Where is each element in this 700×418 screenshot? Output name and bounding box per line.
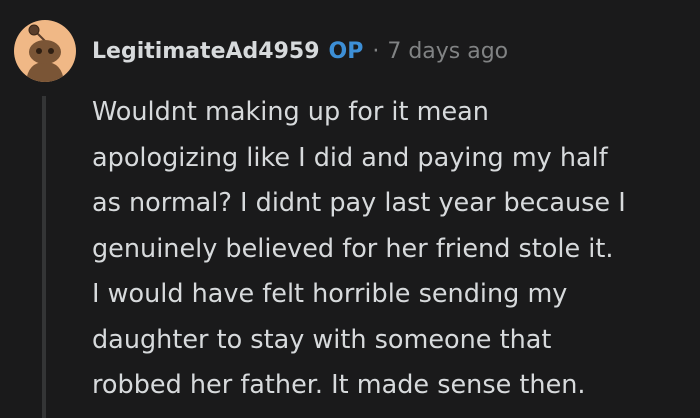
- reddit-snoo-avatar-icon: [26, 24, 64, 82]
- op-badge: OP: [328, 38, 364, 64]
- timestamp[interactable]: 7 days ago: [387, 39, 508, 64]
- separator-dot: ·: [372, 38, 380, 64]
- comment-body: Wouldnt making up for it mean apologizin…: [92, 97, 626, 400]
- comment-header: LegitimateAd4959 OP · 7 days ago: [92, 34, 508, 68]
- avatar[interactable]: [14, 20, 76, 82]
- thread-line[interactable]: [42, 96, 46, 418]
- username[interactable]: LegitimateAd4959: [92, 39, 320, 64]
- comment: LegitimateAd4959 OP · 7 days ago Wouldnt…: [0, 0, 700, 418]
